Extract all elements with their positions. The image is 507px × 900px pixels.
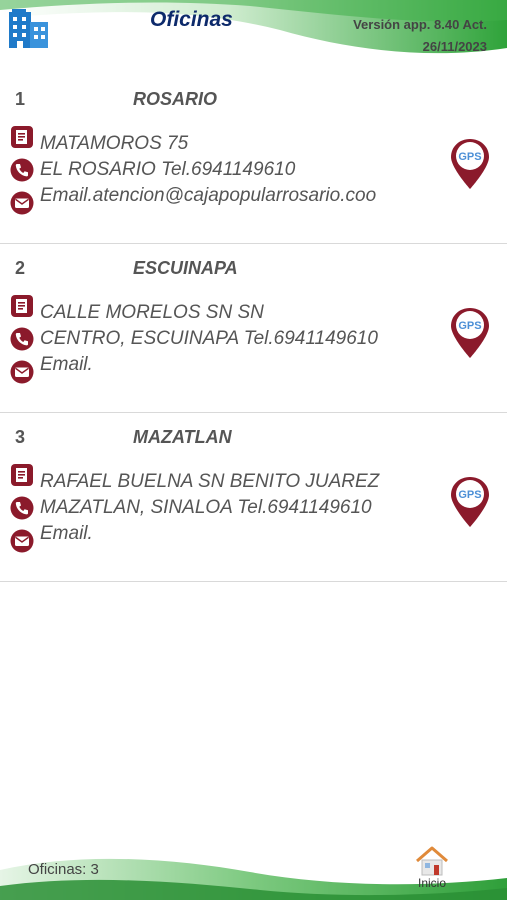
office-number: 1 — [15, 89, 26, 109]
gps-label: GPS — [458, 489, 481, 501]
phone-icon — [10, 158, 34, 182]
office-phone: EL ROSARIO Tel.6941149610 — [40, 159, 296, 180]
email-icon — [10, 360, 34, 384]
home-icon — [416, 846, 448, 876]
office-email: Email. — [40, 354, 93, 375]
phone-icon — [10, 496, 34, 520]
office-phone: MAZATLAN, SINALOA Tel.6941149610 — [40, 497, 372, 518]
app-version-info: Versión app. 8.40 Act. 26/11/2023 — [327, 14, 487, 58]
email-icon — [10, 191, 34, 215]
office-number: 2 — [15, 258, 26, 278]
office-item-mazatlan: 3 MAZATLAN RAFAEL BUELNA SN BENITO JUARE… — [0, 413, 507, 582]
address-document-icon — [10, 125, 34, 149]
office-item-rosario: 1 ROSARIO MATAMOROS 75 EL ROSARIO Tel.69… — [0, 75, 507, 244]
footer-bar: Oficinas: 3 Inicio — [0, 830, 507, 900]
office-count: Oficinas: 3 — [28, 861, 99, 878]
home-label: Inicio — [417, 876, 446, 890]
gps-map-pin-icon[interactable]: GPS — [449, 476, 491, 528]
office-email: Email.atencion@cajapopularrosario.coo — [40, 185, 377, 206]
page-title: Oficinas — [150, 8, 233, 31]
phone-icon — [10, 327, 34, 351]
office-address: CALLE MORELOS SN SN — [40, 302, 264, 323]
office-name: ROSARIO — [133, 89, 218, 109]
office-address: MATAMOROS 75 — [40, 133, 189, 154]
gps-label: GPS — [458, 151, 481, 163]
office-email: Email. — [40, 523, 93, 544]
gps-map-pin-icon[interactable]: GPS — [449, 307, 491, 359]
home-button[interactable]: Inicio — [410, 846, 454, 896]
gps-map-pin-icon[interactable]: GPS — [449, 138, 491, 190]
office-item-escuinapa: 2 ESCUINAPA CALLE MORELOS SN SN CENTRO, … — [0, 244, 507, 413]
gps-label: GPS — [458, 320, 481, 332]
email-icon — [10, 529, 34, 553]
address-document-icon — [10, 463, 34, 487]
office-name: ESCUINAPA — [133, 258, 238, 278]
office-phone: CENTRO, ESCUINAPA Tel.6941149610 — [40, 328, 378, 349]
office-name: MAZATLAN — [133, 427, 232, 447]
header-bar: Oficinas Versión app. 8.40 Act. 26/11/20… — [0, 0, 507, 70]
office-number: 3 — [15, 427, 26, 447]
version-date: 26/11/2023 — [422, 39, 487, 54]
building-icon — [8, 8, 50, 50]
office-address: RAFAEL BUELNA SN BENITO JUAREZ — [40, 471, 380, 492]
version-label: Versión app. 8.40 Act. — [353, 17, 487, 32]
address-document-icon — [10, 294, 34, 318]
